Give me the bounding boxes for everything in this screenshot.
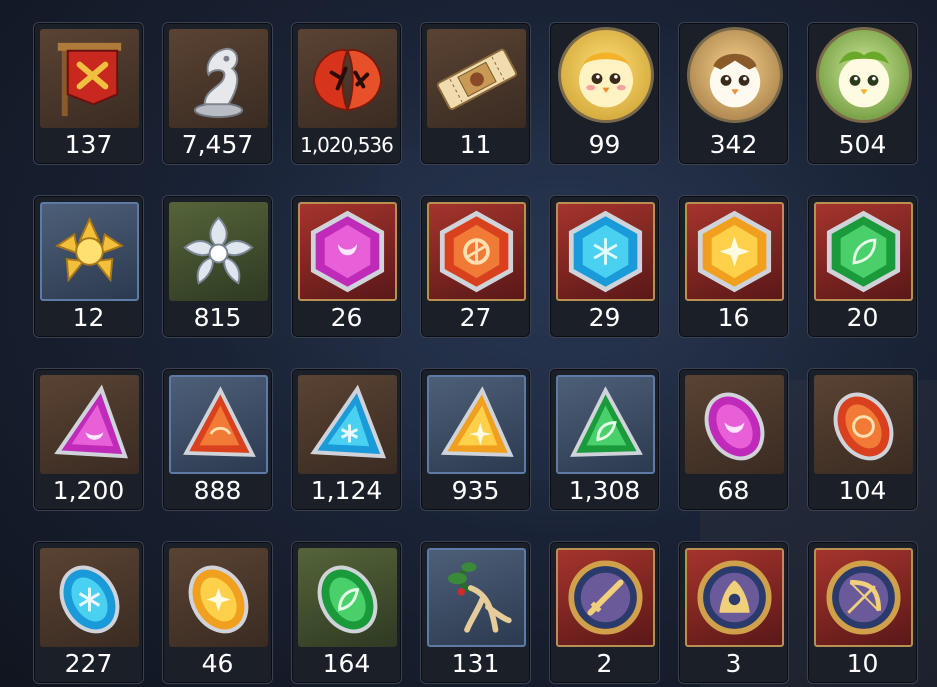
item-slot[interactable]: 20	[807, 195, 918, 338]
item-count: 137	[64, 130, 113, 159]
chess-knight-trophy-icon	[169, 29, 268, 128]
item-count: 164	[322, 649, 371, 678]
item-count: 342	[709, 130, 758, 159]
item-count: 27	[459, 303, 492, 332]
item-count: 504	[838, 130, 887, 159]
item-count: 26	[330, 303, 363, 332]
item-slot[interactable]: 1,200	[33, 368, 144, 511]
purple-hexagon-gem-icon	[298, 202, 397, 301]
item-slot[interactable]: 10	[807, 541, 918, 684]
inventory-grid: 137 7,457 1,020,536 11 99 342 504 12 815…	[33, 22, 920, 686]
yellow-oval-stone-icon	[169, 548, 268, 647]
green-hexagon-gem-icon	[814, 202, 913, 301]
purple-oval-stone-icon	[685, 375, 784, 474]
brown-chick-avatar-icon	[687, 27, 783, 123]
yellow-chick-avatar-icon	[558, 27, 654, 123]
ticket-icon	[427, 29, 526, 128]
item-count: 99	[588, 130, 621, 159]
item-slot[interactable]: 99	[549, 22, 660, 165]
item-count: 7,457	[181, 130, 254, 159]
item-count: 1,200	[52, 476, 125, 505]
item-count: 29	[588, 303, 621, 332]
item-slot[interactable]: 29	[549, 195, 660, 338]
red-oval-stone-icon	[814, 375, 913, 474]
item-slot[interactable]: 2	[549, 541, 660, 684]
cyan-triangle-shard-icon	[298, 375, 397, 474]
item-slot[interactable]: 11	[420, 22, 531, 165]
item-count: 1,308	[568, 476, 641, 505]
item-count: 3	[725, 649, 742, 678]
item-count: 104	[838, 476, 887, 505]
item-slot[interactable]: 935	[420, 368, 531, 511]
item-slot[interactable]: 16	[678, 195, 789, 338]
item-count: 2	[596, 649, 613, 678]
item-slot[interactable]: 46	[162, 541, 273, 684]
silver-flower-icon	[169, 202, 268, 301]
item-slot[interactable]: 504	[807, 22, 918, 165]
item-slot[interactable]: 342	[678, 22, 789, 165]
red-triangle-shard-icon	[169, 375, 268, 474]
item-slot[interactable]: 227	[33, 541, 144, 684]
item-count: 20	[846, 303, 879, 332]
item-slot[interactable]: 137	[33, 22, 144, 165]
green-chick-avatar-icon	[816, 27, 912, 123]
item-slot[interactable]: 7,457	[162, 22, 273, 165]
item-count: 131	[451, 649, 500, 678]
item-count: 1,020,536	[300, 133, 394, 157]
yellow-hexagon-gem-icon	[685, 202, 784, 301]
mage-emblem-icon	[685, 548, 784, 647]
item-slot[interactable]: 1,308	[549, 368, 660, 511]
green-oval-stone-icon	[298, 548, 397, 647]
item-slot[interactable]: 68	[678, 368, 789, 511]
sword-emblem-icon	[556, 548, 655, 647]
war-banner-icon	[40, 29, 139, 128]
ginseng-root-icon	[427, 548, 526, 647]
item-count: 1,124	[310, 476, 383, 505]
yellow-triangle-shard-icon	[427, 375, 526, 474]
item-slot[interactable]: 164	[291, 541, 402, 684]
red-hexagon-gem-icon	[427, 202, 526, 301]
purple-triangle-shard-icon	[40, 375, 139, 474]
cyan-oval-stone-icon	[40, 548, 139, 647]
item-count: 11	[459, 130, 492, 159]
green-triangle-shard-icon	[556, 375, 655, 474]
item-count: 888	[193, 476, 242, 505]
item-slot[interactable]: 26	[291, 195, 402, 338]
item-slot[interactable]: 27	[420, 195, 531, 338]
item-slot[interactable]: 1,020,536	[291, 22, 402, 165]
item-slot[interactable]: 888	[162, 368, 273, 511]
item-count: 16	[717, 303, 750, 332]
item-count: 227	[64, 649, 113, 678]
item-count: 935	[451, 476, 500, 505]
item-slot[interactable]: 104	[807, 368, 918, 511]
bow-emblem-icon	[814, 548, 913, 647]
item-count: 815	[193, 303, 242, 332]
gold-flower-icon	[40, 202, 139, 301]
item-slot[interactable]: 131	[420, 541, 531, 684]
item-slot[interactable]: 12	[33, 195, 144, 338]
item-count: 12	[72, 303, 105, 332]
item-slot[interactable]: 815	[162, 195, 273, 338]
cyan-hexagon-gem-icon	[556, 202, 655, 301]
item-count: 46	[201, 649, 234, 678]
item-slot[interactable]: 3	[678, 541, 789, 684]
item-count: 10	[846, 649, 879, 678]
item-slot[interactable]: 1,124	[291, 368, 402, 511]
item-count: 68	[717, 476, 750, 505]
red-leaf-rune-icon	[298, 29, 397, 128]
